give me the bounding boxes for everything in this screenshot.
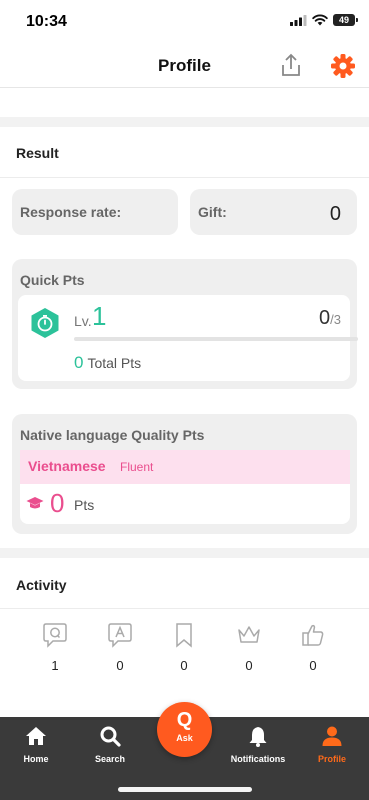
stopwatch-icon bbox=[31, 308, 59, 338]
quick-pts-level-panel: Lv. 1 0/3 0 Total Pts bbox=[18, 295, 358, 381]
total-pts-value: 0 bbox=[74, 353, 84, 372]
level-progress-text: 0/3 bbox=[319, 307, 341, 330]
ask-label: Ask bbox=[176, 733, 193, 743]
tab-home-label: Home bbox=[23, 754, 49, 764]
battery-icon: 49 bbox=[333, 14, 358, 26]
graduation-cap-icon bbox=[26, 497, 44, 509]
divider bbox=[0, 608, 369, 609]
tab-notifications[interactable]: Notifications bbox=[222, 725, 294, 764]
activity-count-likes: 0 bbox=[309, 658, 317, 673]
status-bar: 10:34 49 bbox=[0, 0, 369, 44]
activity-questions[interactable] bbox=[35, 622, 75, 648]
level-prefix: Lv. bbox=[74, 313, 92, 329]
language-pts-label: Pts bbox=[74, 497, 95, 513]
language-level: Fluent bbox=[120, 460, 154, 474]
language-row: Vietnamese Fluent bbox=[20, 450, 350, 484]
level-progress-bar bbox=[74, 337, 358, 341]
quick-pts-title: Quick Pts bbox=[20, 272, 85, 288]
status-icons: 49 bbox=[290, 14, 358, 26]
home-icon bbox=[26, 727, 46, 745]
settings-button[interactable] bbox=[329, 52, 357, 80]
language-name: Vietnamese bbox=[28, 458, 106, 474]
progress-current: 0 bbox=[319, 307, 331, 329]
status-time: 10:34 bbox=[26, 13, 67, 30]
total-pts-label: Total Pts bbox=[87, 355, 142, 371]
section-separator bbox=[0, 548, 369, 558]
activity-title: Activity bbox=[16, 577, 67, 593]
activity-likes[interactable] bbox=[293, 622, 333, 648]
progress-total: /3 bbox=[330, 312, 341, 327]
share-icon bbox=[282, 53, 300, 76]
activity-answers[interactable] bbox=[100, 622, 140, 648]
activity-count-answers: 0 bbox=[116, 658, 124, 673]
activity-count-questions: 1 bbox=[51, 658, 59, 673]
gear-icon bbox=[331, 54, 355, 78]
page-title: Profile bbox=[158, 56, 211, 75]
activity-count-best-answers: 0 bbox=[245, 658, 253, 673]
tab-notifications-label: Notifications bbox=[230, 754, 286, 764]
bookmark-icon bbox=[176, 623, 192, 648]
tab-search[interactable]: Search bbox=[74, 725, 146, 764]
thumbs-up-icon bbox=[302, 624, 324, 646]
answer-icon bbox=[108, 623, 132, 648]
nav-header: Profile bbox=[0, 44, 369, 88]
crown-icon bbox=[238, 626, 260, 643]
total-pts: 0 Total Pts bbox=[74, 353, 141, 373]
native-language-title: Native language Quality Pts bbox=[20, 427, 205, 443]
tab-profile-label: Profile bbox=[317, 754, 346, 764]
tab-home[interactable]: Home bbox=[0, 725, 72, 764]
gift-label: Gift: bbox=[198, 204, 227, 220]
section-separator bbox=[0, 117, 369, 127]
gift-value: 0 bbox=[329, 203, 341, 225]
result-title: Result bbox=[16, 145, 59, 161]
level-value: 1 bbox=[92, 301, 107, 331]
person-icon bbox=[322, 726, 342, 746]
response-rate-label: Response rate: bbox=[20, 204, 122, 220]
language-pts-value: 0 bbox=[50, 488, 65, 518]
response-rate-card[interactable]: Response rate: bbox=[12, 189, 178, 235]
share-button[interactable] bbox=[278, 52, 304, 80]
activity-count-bookmarks: 0 bbox=[180, 658, 188, 673]
search-icon bbox=[100, 726, 121, 747]
wifi-icon bbox=[312, 14, 328, 26]
tab-profile[interactable]: Profile bbox=[296, 725, 368, 764]
quick-pts-card[interactable]: Quick Pts Lv. 1 0/3 0 Total Pts bbox=[12, 259, 358, 389]
question-icon bbox=[43, 623, 67, 648]
tab-search-label: Search bbox=[94, 754, 126, 764]
native-language-card[interactable]: Native language Quality Pts Vietnamese F… bbox=[12, 414, 357, 534]
activity-bookmarks[interactable] bbox=[164, 622, 204, 648]
signal-icon bbox=[290, 14, 307, 26]
ask-button[interactable]: Q Ask bbox=[157, 702, 212, 757]
language-pts-row: 0 Pts bbox=[20, 484, 350, 524]
ask-q-icon: Q bbox=[176, 709, 193, 731]
home-indicator bbox=[118, 787, 252, 792]
divider bbox=[0, 177, 369, 178]
gift-card[interactable]: Gift: 0 bbox=[190, 189, 357, 235]
bell-icon bbox=[249, 727, 267, 747]
activity-best-answers[interactable] bbox=[229, 622, 269, 648]
